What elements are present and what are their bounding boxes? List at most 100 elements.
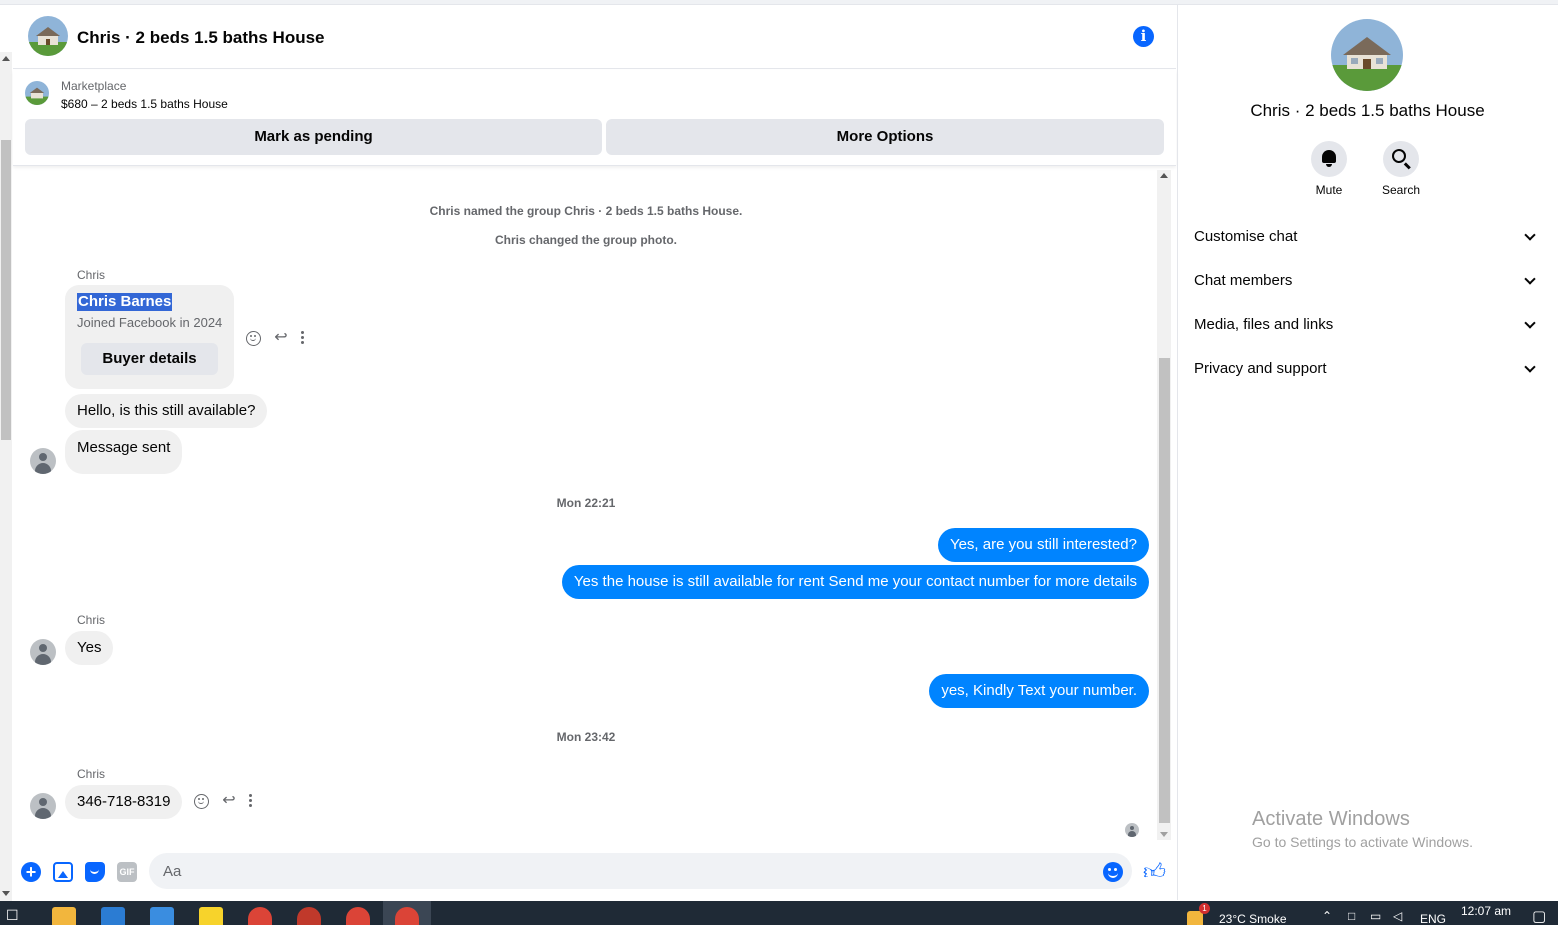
chrome-icon[interactable] — [346, 907, 370, 925]
buyer-name[interactable]: Chris Barnes — [77, 293, 173, 311]
section-label: Media, files and links — [1194, 316, 1334, 333]
chrome-icon[interactable] — [248, 907, 272, 925]
system-message: Chris named the group Chris · 2 beds 1.5… — [429, 204, 743, 218]
weather-text[interactable]: 23°C Smoke — [1219, 912, 1287, 925]
react-icon[interactable] — [194, 793, 209, 809]
sender-avatar[interactable] — [30, 793, 56, 819]
marketplace-label: Marketplace — [61, 79, 127, 93]
section-customise-chat[interactable]: Customise chat — [1194, 215, 1544, 259]
message-scrollbar[interactable] — [1157, 170, 1171, 840]
emoji-icon[interactable] — [1103, 862, 1123, 882]
house-photo-icon — [1331, 19, 1403, 91]
messenger-window: Chris · 2 beds 1.5 baths House i Marketp… — [0, 0, 1558, 925]
activate-windows-watermark: Activate Windows Go to Settings to activ… — [1252, 808, 1473, 850]
store-icon[interactable] — [101, 907, 125, 925]
notifications-icon[interactable]: ▢ — [1532, 907, 1546, 925]
reply-icon[interactable]: ↩ — [221, 793, 237, 809]
house-photo-icon — [25, 81, 49, 105]
clock[interactable]: 12:07 am — [1461, 904, 1511, 918]
scroll-down-icon[interactable] — [1160, 832, 1168, 837]
task-view-icon[interactable]: ☐ — [6, 907, 19, 924]
message-composer: + GIF 👍︎ — [13, 848, 1176, 894]
chevron-down-icon — [1524, 317, 1536, 329]
incoming-message[interactable]: Hello, is this still available? — [65, 394, 268, 428]
window-scrollbar[interactable] — [0, 52, 12, 902]
more-icon[interactable] — [301, 331, 305, 345]
window-scroll-thumb[interactable] — [1, 140, 11, 440]
section-label: Privacy and support — [1194, 360, 1327, 377]
message-actions: ↩ — [246, 330, 305, 346]
gif-icon[interactable]: GIF — [117, 862, 137, 882]
chrome-icon[interactable] — [395, 907, 419, 925]
watermark-subtitle: Go to Settings to activate Windows. — [1252, 834, 1473, 850]
react-icon[interactable] — [246, 330, 261, 346]
taskbar: ☐ 1 23°C Smoke ⌃ □ ▭ ◁ ENG 12:07 am ▢ — [0, 901, 1558, 925]
timestamp: Mon 23:42 — [556, 730, 616, 744]
section-privacy-support[interactable]: Privacy and support — [1194, 347, 1544, 391]
seen-indicator-avatar — [1125, 823, 1139, 837]
volume-icon[interactable]: ◁ — [1393, 909, 1402, 923]
chevron-down-icon — [1524, 361, 1536, 373]
device-icon[interactable]: □ — [1348, 909, 1355, 923]
mark-as-pending-button[interactable]: Mark as pending — [25, 119, 602, 155]
app-icon[interactable] — [297, 907, 321, 925]
buyer-details-button[interactable]: Buyer details — [81, 343, 218, 375]
bell-icon — [1322, 150, 1336, 167]
conversation-title[interactable]: Chris · 2 beds 1.5 baths House — [77, 28, 325, 48]
sender-avatar[interactable] — [30, 448, 56, 474]
group-avatar[interactable] — [28, 16, 68, 56]
section-label: Customise chat — [1194, 228, 1298, 245]
scroll-up-icon[interactable] — [2, 56, 10, 61]
marketplace-bar: Marketplace $680 – 2 beds 1.5 baths Hous… — [13, 70, 1176, 166]
listing-title[interactable]: $680 – 2 beds 1.5 baths House — [61, 97, 228, 111]
chat-details-panel: Chris · 2 beds 1.5 baths House Mute Sear… — [1177, 5, 1556, 900]
outgoing-message[interactable]: Yes the house is still available for ren… — [561, 565, 1149, 599]
chevron-up-icon[interactable]: ⌃ — [1322, 909, 1332, 923]
message-actions: ↩ — [194, 793, 253, 809]
search-label: Search — [1381, 183, 1421, 197]
buyer-joined: Joined Facebook in 2024 — [77, 315, 223, 330]
message-list: Chris named the group Chris · 2 beds 1.5… — [13, 167, 1161, 843]
scroll-up-icon[interactable] — [1160, 173, 1168, 178]
conversation-header: Chris · 2 beds 1.5 baths House i — [13, 5, 1176, 69]
language-indicator[interactable]: ENG — [1420, 912, 1446, 925]
watermark-title: Activate Windows — [1252, 808, 1410, 830]
photo-icon[interactable] — [53, 862, 73, 882]
file-explorer-icon[interactable] — [52, 907, 76, 925]
outgoing-message[interactable]: yes, Kindly Text your number. — [929, 674, 1149, 708]
thumbs-up-icon[interactable]: 👍︎ — [1143, 858, 1166, 885]
message-input[interactable] — [149, 853, 1132, 889]
scroll-down-icon[interactable] — [2, 891, 10, 896]
message-scroll-thumb[interactable] — [1159, 358, 1170, 823]
outgoing-message[interactable]: Yes, are you still interested? — [937, 528, 1149, 562]
chevron-down-icon — [1524, 273, 1536, 285]
mail-icon[interactable] — [150, 907, 174, 925]
group-photo[interactable] — [1331, 19, 1403, 91]
reply-icon[interactable]: ↩ — [273, 330, 289, 346]
panel-title: Chris · 2 beds 1.5 baths House — [1250, 101, 1485, 120]
search-button[interactable]: Search — [1371, 141, 1431, 197]
listing-thumbnail[interactable] — [25, 81, 49, 105]
notification-badge: 1 — [1199, 903, 1210, 914]
incoming-message[interactable]: 346-718-8319 — [65, 785, 183, 819]
sender-avatar[interactable] — [30, 639, 56, 665]
more-options-button[interactable]: More Options — [606, 119, 1164, 155]
incoming-message[interactable]: Message sent — [65, 430, 183, 474]
section-label: Chat members — [1194, 272, 1293, 289]
section-media-files-links[interactable]: Media, files and links — [1194, 303, 1544, 347]
sender-name: Chris — [77, 767, 106, 781]
sticky-notes-icon[interactable] — [199, 907, 223, 925]
sender-name: Chris — [77, 268, 106, 282]
mute-label: Mute — [1315, 183, 1343, 197]
incoming-message[interactable]: Yes — [65, 631, 114, 665]
buyer-profile-card: Chris Barnes Joined Facebook in 2024 Buy… — [65, 285, 234, 389]
mute-button[interactable]: Mute — [1299, 141, 1359, 197]
section-chat-members[interactable]: Chat members — [1194, 259, 1544, 303]
network-icon[interactable]: ▭ — [1370, 909, 1381, 923]
system-message: Chris changed the group photo. — [495, 233, 677, 247]
more-icon[interactable] — [249, 794, 253, 808]
sticker-icon[interactable] — [85, 862, 105, 882]
plus-icon[interactable]: + — [21, 862, 41, 882]
sender-name: Chris — [77, 613, 106, 627]
info-icon[interactable]: i — [1133, 26, 1154, 47]
